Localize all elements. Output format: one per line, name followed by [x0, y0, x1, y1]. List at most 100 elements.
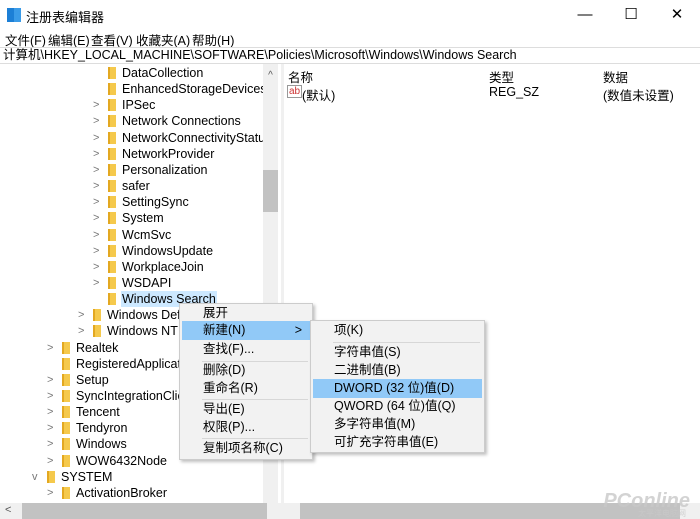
expand-chevron-icon[interactable]: > — [93, 227, 99, 243]
expand-chevron-icon[interactable]: > — [47, 453, 53, 469]
tree-node-label: Personalization — [122, 162, 208, 177]
tree-node[interactable]: > IPSec — [0, 97, 263, 113]
tree-node[interactable]: v SYSTEM — [0, 469, 263, 485]
new-string-value[interactable]: 字符串值(S) — [313, 343, 482, 362]
tree-node-label: Tencent — [76, 405, 120, 420]
ctx-copy-key-name[interactable]: 复制项名称(C) — [182, 439, 310, 458]
folder-icon — [62, 390, 70, 402]
tree-node-label: ActivationBroker — [76, 485, 168, 500]
new-binary-value[interactable]: 二进制值(B) — [313, 361, 482, 380]
tree-node[interactable]: > NetworkProvider — [0, 146, 263, 162]
new-expandable-string-value[interactable]: 可扩充字符串值(E) — [313, 433, 482, 452]
expand-chevron-icon[interactable]: > — [47, 420, 53, 436]
scroll-left-arrow-icon[interactable]: < — [5, 504, 11, 516]
ctx-permissions[interactable]: 权限(P)... — [182, 418, 310, 437]
tree-node-label: safer — [122, 179, 150, 194]
tree-node[interactable]: > WorkplaceJoin — [0, 259, 263, 275]
tree-node[interactable]: EnhancedStorageDevices — [0, 81, 263, 97]
expand-chevron-icon[interactable]: > — [93, 146, 99, 162]
close-button[interactable]: ✕ — [654, 0, 700, 30]
tree-node-label: Realtek — [76, 340, 119, 355]
tree-node-label: WorkplaceJoin — [122, 259, 204, 274]
tree-hscroll-thumb[interactable] — [22, 503, 267, 519]
string-value-icon: ab — [287, 85, 303, 98]
expand-chevron-icon[interactable]: > — [93, 97, 99, 113]
expand-chevron-icon[interactable]: > — [93, 210, 99, 226]
title-bar: 注册表编辑器 — ☐ ✕ — [0, 0, 700, 30]
expand-chevron-icon[interactable]: > — [78, 307, 84, 323]
ctx-rename[interactable]: 重命名(R) — [182, 379, 310, 398]
tree-node[interactable]: > WindowsUpdate — [0, 243, 263, 259]
ctx-find[interactable]: 查找(F)... — [182, 340, 310, 359]
ctx-export[interactable]: 导出(E) — [182, 400, 310, 419]
scroll-up-arrow-icon[interactable]: ^ — [263, 70, 278, 81]
collapse-chevron-icon[interactable]: v — [32, 469, 38, 485]
tree-node[interactable]: > Network Connections — [0, 113, 263, 129]
menu-bar: 文件(F) 编辑(E) 查看(V) 收藏夹(A) 帮助(H) — [0, 30, 700, 48]
folder-icon — [108, 83, 116, 96]
expand-chevron-icon[interactable]: > — [93, 113, 99, 129]
folder-icon — [108, 67, 116, 79]
expand-chevron-icon[interactable]: > — [47, 485, 53, 501]
regedit-app-icon — [7, 8, 21, 22]
expand-chevron-icon[interactable]: > — [93, 194, 99, 210]
tree-node-label: Windows — [76, 437, 127, 452]
expand-chevron-icon[interactable]: > — [93, 243, 99, 259]
tree-node[interactable]: > safer — [0, 178, 263, 194]
new-key[interactable]: 项(K) — [313, 321, 482, 340]
value-name: (默认) — [302, 89, 336, 103]
ctx-delete[interactable]: 删除(D) — [182, 361, 310, 380]
new-multi-string-value[interactable]: 多字符串值(M) — [313, 415, 482, 434]
tree-node-label: WcmSvc — [122, 227, 172, 242]
window-title: 注册表编辑器 — [26, 10, 105, 25]
new-qword-value[interactable]: QWORD (64 位)值(Q) — [313, 397, 482, 416]
folder-icon — [62, 422, 70, 435]
tree-scroll-thumb[interactable] — [263, 170, 278, 212]
tree-node[interactable]: > System — [0, 210, 263, 226]
expand-chevron-icon[interactable]: > — [47, 436, 53, 452]
tree-node[interactable]: > Personalization — [0, 162, 263, 178]
expand-chevron-icon[interactable]: > — [93, 275, 99, 291]
expand-chevron-icon[interactable]: > — [47, 340, 53, 356]
minimize-button[interactable]: — — [562, 0, 608, 30]
ctx-new[interactable]: 新建(N) > — [182, 321, 310, 340]
tree-node-label: Network Connections — [122, 114, 241, 129]
value-data: (数值未设置) — [603, 89, 674, 103]
tree-node-label: WOW6432Node — [76, 453, 168, 468]
tree-node-label: SYSTEM — [61, 469, 113, 484]
value-row[interactable]: ab (默认) REG_SZ (数值未设置) — [286, 84, 696, 103]
expand-chevron-icon[interactable]: > — [93, 130, 99, 146]
expand-chevron-icon[interactable]: > — [93, 259, 99, 275]
folder-icon — [108, 228, 116, 241]
expand-chevron-icon[interactable]: > — [93, 162, 99, 178]
folder-icon — [108, 260, 116, 273]
tree-node[interactable]: DataCollection — [0, 65, 263, 81]
expand-chevron-icon[interactable]: > — [93, 178, 99, 194]
expand-chevron-icon[interactable]: > — [47, 404, 53, 420]
new-submenu: 项(K) 字符串值(S) 二进制值(B) DWORD (32 位)值(D) QW… — [310, 320, 485, 453]
folder-icon — [47, 470, 55, 483]
expand-chevron-icon[interactable]: > — [47, 372, 53, 388]
tree-horizontal-scrollbar[interactable]: < — [0, 503, 281, 519]
maximize-button[interactable]: ☐ — [608, 0, 654, 30]
folder-icon — [108, 147, 116, 160]
folder-icon — [108, 99, 116, 112]
folder-icon — [108, 180, 116, 193]
tree-node-label: Setup — [76, 372, 109, 387]
value-type: REG_SZ — [489, 85, 540, 99]
folder-icon — [93, 325, 101, 338]
folder-icon — [62, 438, 70, 451]
tree-node[interactable]: > WSDAPI — [0, 275, 263, 291]
tree-node[interactable]: > SettingSync — [0, 194, 263, 210]
tree-node-label: NetworkConnectivityStatusIndicator — [122, 130, 263, 145]
folder-icon — [108, 196, 116, 209]
folder-icon — [93, 309, 101, 322]
address-bar[interactable]: 计算机\HKEY_LOCAL_MACHINE\SOFTWARE\Policies… — [0, 47, 700, 64]
expand-chevron-icon[interactable]: > — [78, 323, 84, 339]
tree-node[interactable]: > WcmSvc — [0, 227, 263, 243]
expand-chevron-icon[interactable]: > — [47, 388, 53, 404]
tree-node[interactable]: > ActivationBroker — [0, 485, 263, 501]
new-dword-value[interactable]: DWORD (32 位)值(D) — [313, 379, 482, 398]
tree-node[interactable]: > NetworkConnectivityStatusIndicator — [0, 130, 263, 146]
tree-node-label: WindowsUpdate — [122, 243, 214, 258]
